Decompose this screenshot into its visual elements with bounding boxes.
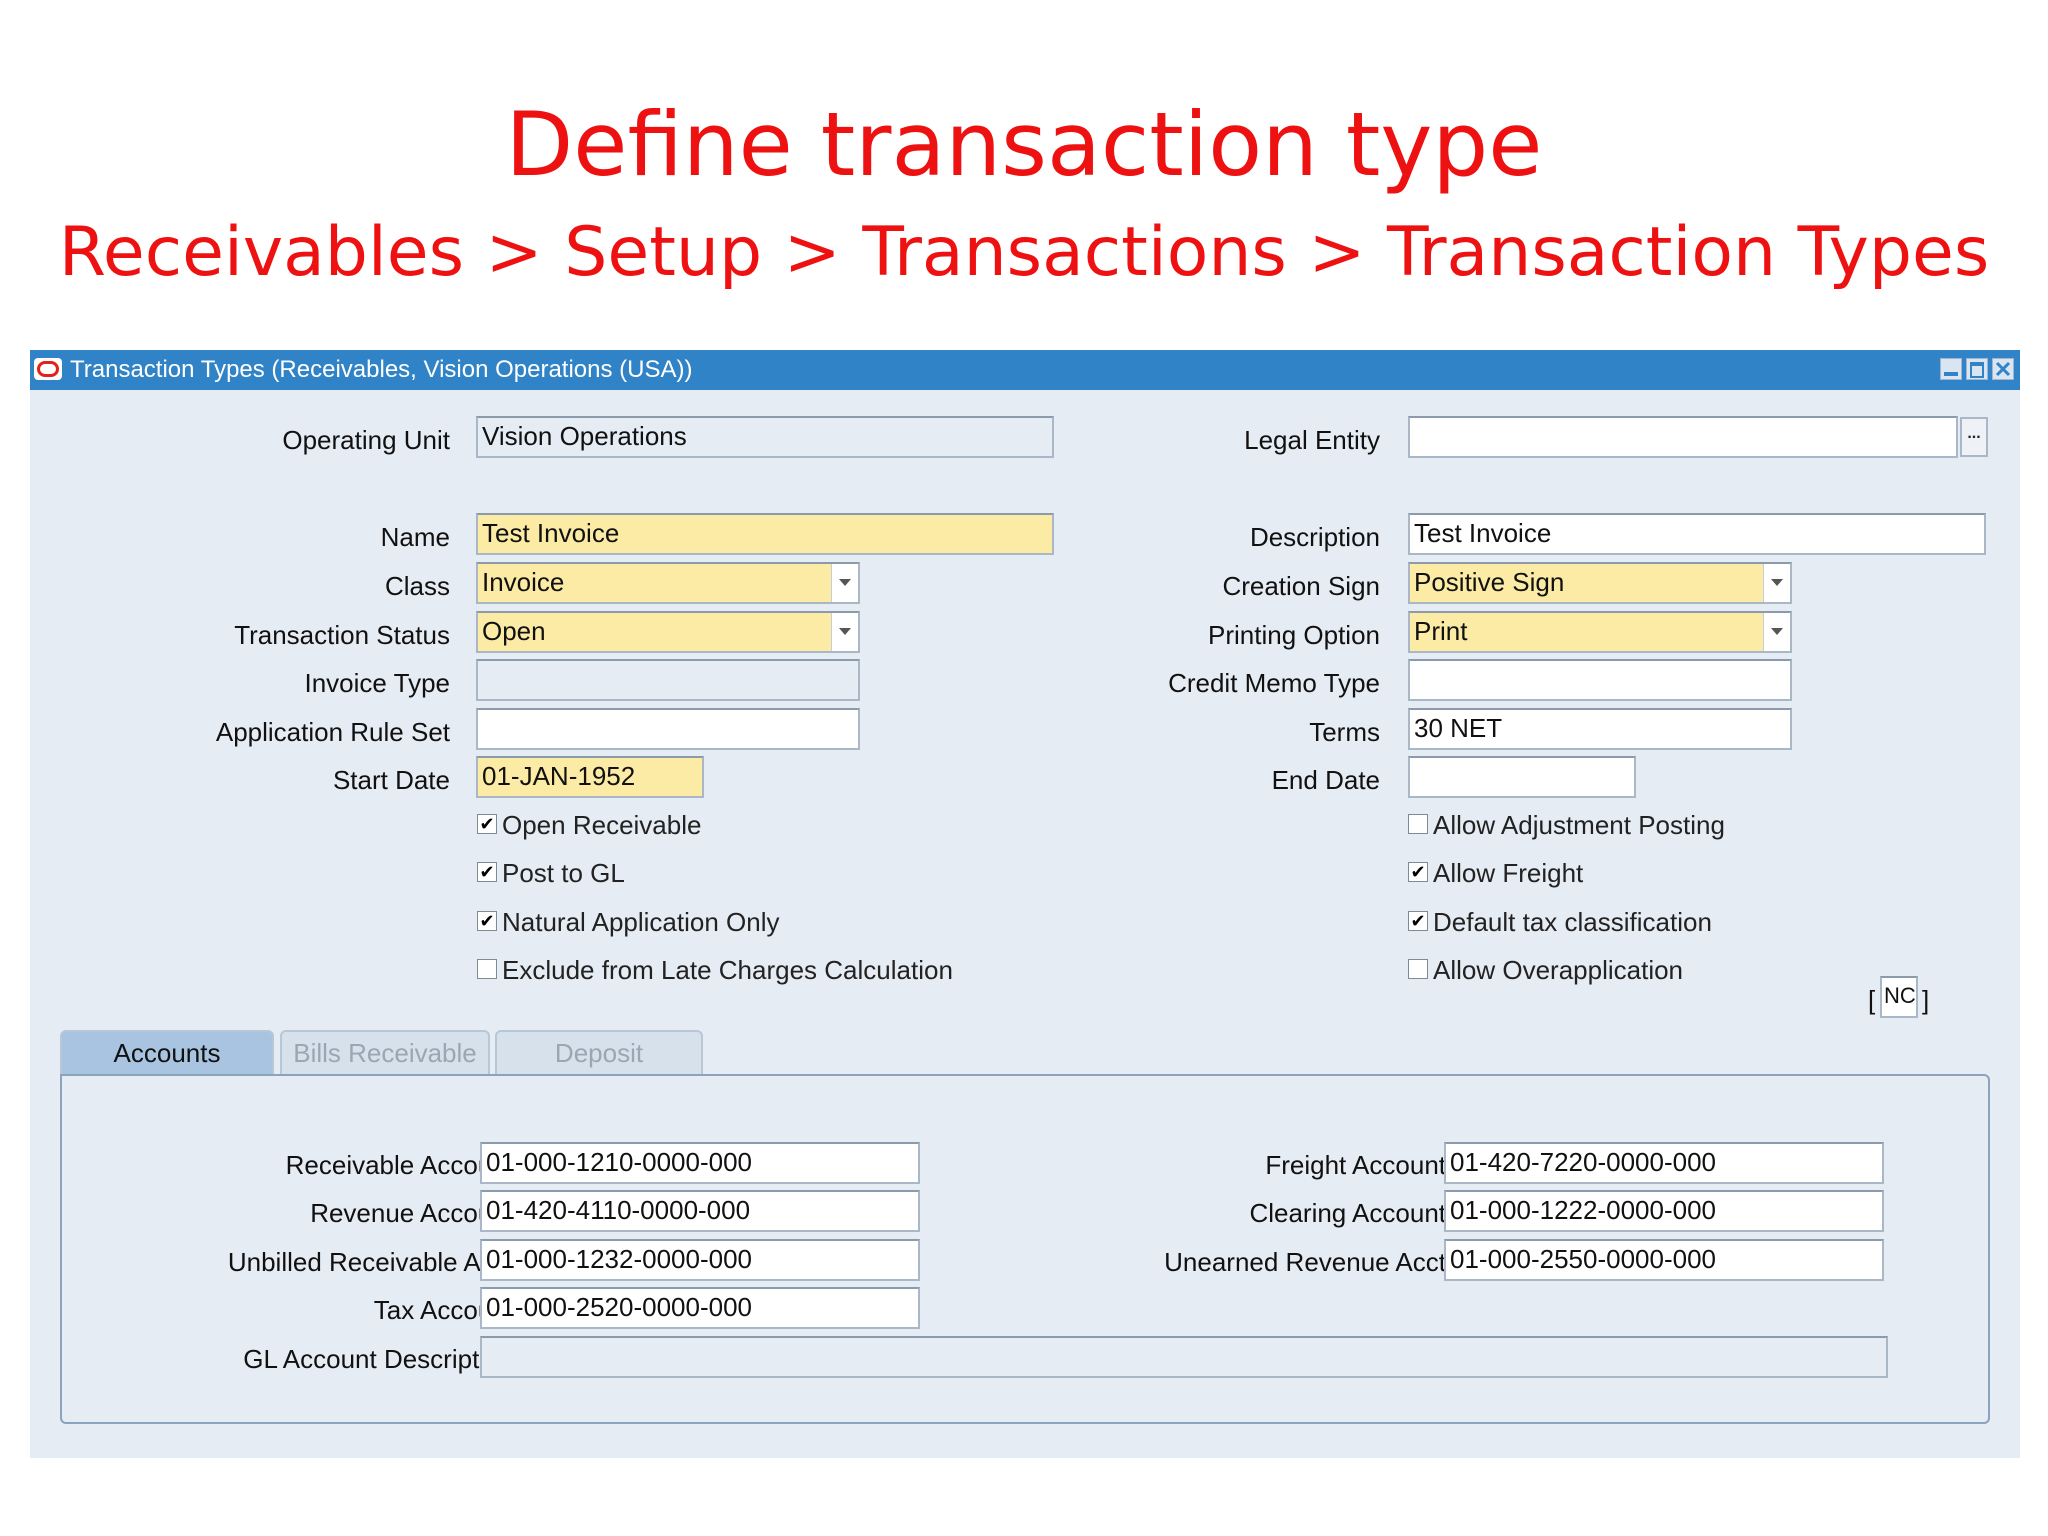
printing-option-label: Printing Option [1208,620,1380,650]
application-rule-set-field[interactable] [476,708,860,750]
gl-account-description-label: GL Account Description [243,1344,514,1374]
gl-account-description-field[interactable] [480,1336,1888,1378]
creation-sign-select[interactable]: Positive Sign [1408,562,1792,604]
allow-freight-checkbox[interactable]: ✔ [1408,862,1428,882]
transaction-status-value: Open [482,616,546,646]
clearing-account-label: Clearing Account [1249,1198,1446,1228]
transaction-status-select[interactable]: Open [476,611,860,653]
name-label: Name [380,522,450,552]
receivable-account-field[interactable]: 01-000-1210-0000-000 [480,1142,920,1184]
post-to-gl-checkbox[interactable]: ✔ [477,862,497,882]
default-tax-classification-checkbox[interactable]: ✔ [1408,911,1428,931]
allow-freight-label[interactable]: Allow Freight [1433,858,1583,888]
tab-bills-receivable[interactable]: Bills Receivable [280,1030,490,1076]
terms-field[interactable]: 30 NET [1408,708,1792,750]
allow-overapplication-label[interactable]: Allow Overapplication [1433,955,1683,985]
description-label: Description [1249,522,1380,552]
exclude-late-charges-label[interactable]: Exclude from Late Charges Calculation [502,955,953,985]
legal-entity-field[interactable] [1408,416,1958,458]
legal-entity-label: Legal Entity [1244,425,1380,455]
class-label: Class [384,571,450,601]
class-value: Invoice [482,567,565,597]
exclude-late-charges-checkbox[interactable] [477,959,497,979]
credit-memo-type-label: Credit Memo Type [1168,668,1380,698]
invoice-type-label: Invoice Type [304,668,450,698]
unearned-revenue-field[interactable]: 01-000-2550-0000-000 [1444,1239,1884,1281]
natural-application-only-checkbox[interactable]: ✔ [477,911,497,931]
chevron-down-icon[interactable] [1763,613,1790,651]
chevron-down-icon[interactable] [831,613,858,651]
transaction-status-label: Transaction Status [234,620,450,650]
class-select[interactable]: Invoice [476,562,860,604]
allow-overapplication-checkbox[interactable] [1408,959,1428,979]
window-title: Transaction Types (Receivables, Vision O… [70,356,693,383]
creation-sign-label: Creation Sign [1222,571,1380,601]
oracle-logo-icon [34,358,62,380]
chevron-down-icon[interactable] [1763,564,1790,602]
clearing-account-field[interactable]: 01-000-1222-0000-000 [1444,1190,1884,1232]
start-date-field[interactable]: 01-JAN-1952 [476,756,704,798]
revenue-account-field[interactable]: 01-420-4110-0000-000 [480,1190,920,1232]
flexfield-open-bracket: [ [1868,985,1876,1015]
end-date-field[interactable] [1408,756,1636,798]
close-icon[interactable] [1992,358,2014,380]
accounts-tab-panel: Receivable Account 01-000-1210-0000-000 … [60,1074,1990,1424]
slide-subtitle: Receivables > Setup > Transactions > Tra… [58,213,1990,292]
freight-account-field[interactable]: 01-420-7220-0000-000 [1444,1142,1884,1184]
tab-accounts[interactable]: Accounts [60,1030,274,1076]
post-to-gl-label[interactable]: Post to GL [502,858,625,888]
window-titlebar[interactable]: Transaction Types (Receivables, Vision O… [30,350,2020,390]
invoice-type-field[interactable] [476,659,860,701]
terms-label: Terms [1309,717,1380,747]
unearned-revenue-label: Unearned Revenue Acct [1164,1247,1446,1277]
end-date-label: End Date [1271,765,1380,795]
tax-account-field[interactable]: 01-000-2520-0000-000 [480,1287,920,1329]
flexfield-field[interactable]: NC [1880,976,1918,1018]
chevron-down-icon[interactable] [831,564,858,602]
operating-unit-label: Operating Unit [282,425,450,455]
credit-memo-type-field[interactable] [1408,659,1792,701]
open-receivable-checkbox[interactable]: ✔ [477,814,497,834]
tab-deposit[interactable]: Deposit [495,1030,703,1076]
creation-sign-value: Positive Sign [1414,567,1565,597]
allow-adjustment-posting-checkbox[interactable] [1408,814,1428,834]
name-field[interactable]: Test Invoice [476,513,1054,555]
flexfield-close-bracket: ] [1922,985,1930,1015]
minimize-icon[interactable] [1940,358,1962,380]
start-date-label: Start Date [332,765,450,795]
application-rule-set-label: Application Rule Set [215,717,450,747]
maximize-icon[interactable] [1966,358,1988,380]
default-tax-classification-label[interactable]: Default tax classification [1433,907,1712,937]
slide-title: Define transaction type [505,93,1543,196]
printing-option-select[interactable]: Print [1408,611,1792,653]
allow-adjustment-posting-label[interactable]: Allow Adjustment Posting [1433,810,1725,840]
ellipsis-icon[interactable]: ... [1960,417,1988,457]
open-receivable-label[interactable]: Open Receivable [502,810,701,840]
freight-account-label: Freight Account [1265,1150,1446,1180]
unbilled-receivable-label: Unbilled Receivable Acct [227,1247,514,1277]
natural-application-only-label[interactable]: Natural Application Only [502,907,779,937]
operating-unit-field[interactable]: Vision Operations [476,416,1054,458]
unbilled-receivable-field[interactable]: 01-000-1232-0000-000 [480,1239,920,1281]
description-field[interactable]: Test Invoice [1408,513,1986,555]
printing-option-value: Print [1414,616,1468,646]
